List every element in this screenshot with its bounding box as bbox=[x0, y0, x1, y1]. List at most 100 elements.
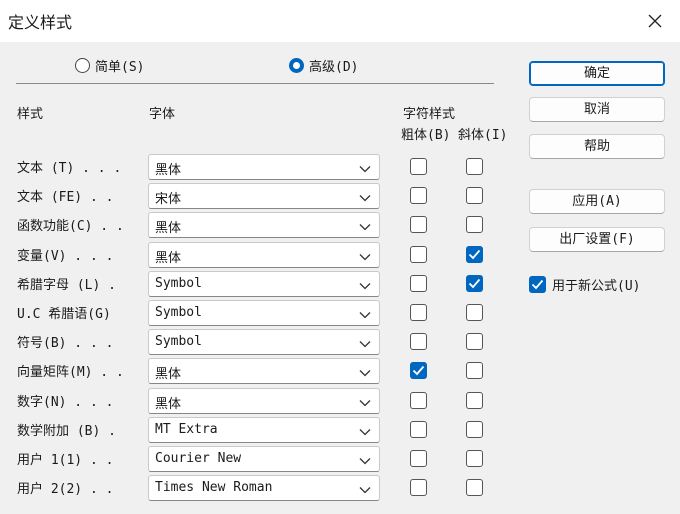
bold-checkbox[interactable] bbox=[410, 479, 427, 496]
font-select-value: Symbol bbox=[155, 276, 202, 291]
define-styles-dialog: 定义样式 简单(S) 高级(D) 样式 字体 字符样式 粗体(B) 斜体(I) … bbox=[0, 0, 680, 514]
font-select[interactable]: 黑体 bbox=[148, 212, 380, 238]
italic-checkbox[interactable] bbox=[466, 158, 483, 175]
font-select-value: Courier New bbox=[155, 451, 242, 466]
font-select-value: 黑体 bbox=[155, 397, 182, 412]
font-select[interactable]: Symbol bbox=[148, 300, 380, 326]
font-select-value: 黑体 bbox=[155, 367, 182, 382]
chevron-down-icon bbox=[359, 370, 371, 377]
close-button[interactable] bbox=[640, 6, 670, 36]
font-select-value: 黑体 bbox=[155, 163, 182, 178]
check-icon bbox=[412, 365, 425, 376]
font-select-value: 黑体 bbox=[155, 251, 182, 266]
bold-checkbox[interactable] bbox=[410, 362, 427, 379]
style-label: 用户 1(1) . . bbox=[17, 453, 114, 468]
radio-indicator-simple bbox=[75, 58, 90, 73]
font-select-value: MT Extra bbox=[155, 422, 218, 437]
style-label: 文本 (FE) . . bbox=[17, 190, 114, 205]
font-select[interactable]: 黑体 bbox=[148, 358, 380, 384]
apply-button[interactable]: 应用(A) bbox=[529, 189, 665, 214]
style-label: 数学附加 (B) . bbox=[17, 424, 116, 439]
bold-checkbox[interactable] bbox=[410, 304, 427, 321]
style-label: 数字(N) . . . bbox=[17, 395, 114, 410]
italic-column-header: 斜体(I) bbox=[458, 128, 508, 143]
bold-checkbox[interactable] bbox=[410, 392, 427, 409]
font-select[interactable]: 黑体 bbox=[148, 154, 380, 180]
chevron-down-icon bbox=[359, 341, 371, 348]
font-select[interactable]: Times New Roman bbox=[148, 475, 380, 501]
font-select-value: Symbol bbox=[155, 305, 202, 320]
radio-indicator-advanced bbox=[289, 58, 304, 73]
chevron-down-icon bbox=[359, 487, 371, 494]
bold-checkbox[interactable] bbox=[410, 421, 427, 438]
italic-checkbox[interactable] bbox=[466, 216, 483, 233]
style-label: 符号(B) . . . bbox=[17, 336, 114, 351]
font-select-value: 宋体 bbox=[155, 192, 182, 207]
italic-checkbox[interactable] bbox=[466, 275, 483, 292]
check-icon bbox=[531, 279, 544, 290]
advanced-mode-radio[interactable]: 高级(D) bbox=[289, 56, 358, 75]
font-select[interactable]: Symbol bbox=[148, 271, 380, 297]
chevron-down-icon bbox=[359, 400, 371, 407]
font-select[interactable]: 宋体 bbox=[148, 183, 380, 209]
italic-checkbox[interactable] bbox=[466, 421, 483, 438]
chevron-down-icon bbox=[359, 312, 371, 319]
advanced-mode-label: 高级(D) bbox=[309, 60, 359, 75]
chevron-down-icon bbox=[359, 458, 371, 465]
italic-checkbox[interactable] bbox=[466, 479, 483, 496]
separator bbox=[16, 83, 494, 84]
italic-checkbox[interactable] bbox=[466, 333, 483, 350]
use-for-new-equations-label: 用于新公式(U) bbox=[552, 279, 641, 294]
style-column-header: 样式 bbox=[17, 107, 44, 122]
dialog-title: 定义样式 bbox=[8, 13, 73, 32]
help-button[interactable]: 帮助 bbox=[529, 134, 665, 159]
style-label: 用户 2(2) . . bbox=[17, 482, 114, 497]
ok-button[interactable]: 确定 bbox=[529, 61, 665, 86]
use-for-new-equations-checkbox[interactable]: 用于新公式(U) bbox=[529, 275, 640, 294]
simple-mode-radio[interactable]: 简单(S) bbox=[75, 56, 144, 75]
factory-settings-button[interactable]: 出厂设置(F) bbox=[529, 227, 665, 252]
italic-checkbox[interactable] bbox=[466, 392, 483, 409]
chevron-down-icon bbox=[359, 166, 371, 173]
chevron-down-icon bbox=[359, 195, 371, 202]
font-select[interactable]: 黑体 bbox=[148, 242, 380, 268]
italic-checkbox[interactable] bbox=[466, 450, 483, 467]
italic-checkbox[interactable] bbox=[466, 362, 483, 379]
font-select-value: Times New Roman bbox=[155, 480, 273, 495]
bold-checkbox[interactable] bbox=[410, 333, 427, 350]
bold-checkbox[interactable] bbox=[410, 450, 427, 467]
bold-column-header: 粗体(B) bbox=[401, 128, 451, 143]
title-bar: 定义样式 bbox=[0, 0, 680, 42]
style-label: 函数功能(C) . . bbox=[17, 219, 124, 234]
bold-checkbox[interactable] bbox=[410, 187, 427, 204]
chevron-down-icon bbox=[359, 283, 371, 290]
checkbox-indicator bbox=[529, 276, 546, 293]
bold-checkbox[interactable] bbox=[410, 216, 427, 233]
font-select[interactable]: Symbol bbox=[148, 329, 380, 355]
check-icon bbox=[468, 278, 481, 289]
style-label: U.C 希腊语(G) bbox=[17, 307, 111, 322]
font-column-header: 字体 bbox=[149, 107, 176, 122]
font-select-value: 黑体 bbox=[155, 221, 182, 236]
check-icon bbox=[468, 249, 481, 260]
italic-checkbox[interactable] bbox=[466, 187, 483, 204]
close-icon bbox=[648, 14, 662, 28]
italic-checkbox[interactable] bbox=[466, 246, 483, 263]
simple-mode-label: 简单(S) bbox=[95, 60, 145, 75]
cancel-button[interactable]: 取消 bbox=[529, 97, 665, 122]
font-select[interactable]: MT Extra bbox=[148, 417, 380, 443]
bold-checkbox[interactable] bbox=[410, 275, 427, 292]
chevron-down-icon bbox=[359, 429, 371, 436]
style-label: 变量(V) . . . bbox=[17, 249, 114, 264]
bold-checkbox[interactable] bbox=[410, 246, 427, 263]
bold-checkbox[interactable] bbox=[410, 158, 427, 175]
char-style-header: 字符样式 bbox=[403, 107, 456, 122]
italic-checkbox[interactable] bbox=[466, 304, 483, 321]
font-select-value: Symbol bbox=[155, 334, 202, 349]
style-label: 文本 (T) . . . bbox=[17, 161, 122, 176]
style-label: 向量矩阵(M) . . bbox=[17, 365, 124, 380]
font-select[interactable]: 黑体 bbox=[148, 388, 380, 414]
font-select[interactable]: Courier New bbox=[148, 446, 380, 472]
chevron-down-icon bbox=[359, 254, 371, 261]
style-label: 希腊字母 (L) . bbox=[17, 278, 116, 293]
